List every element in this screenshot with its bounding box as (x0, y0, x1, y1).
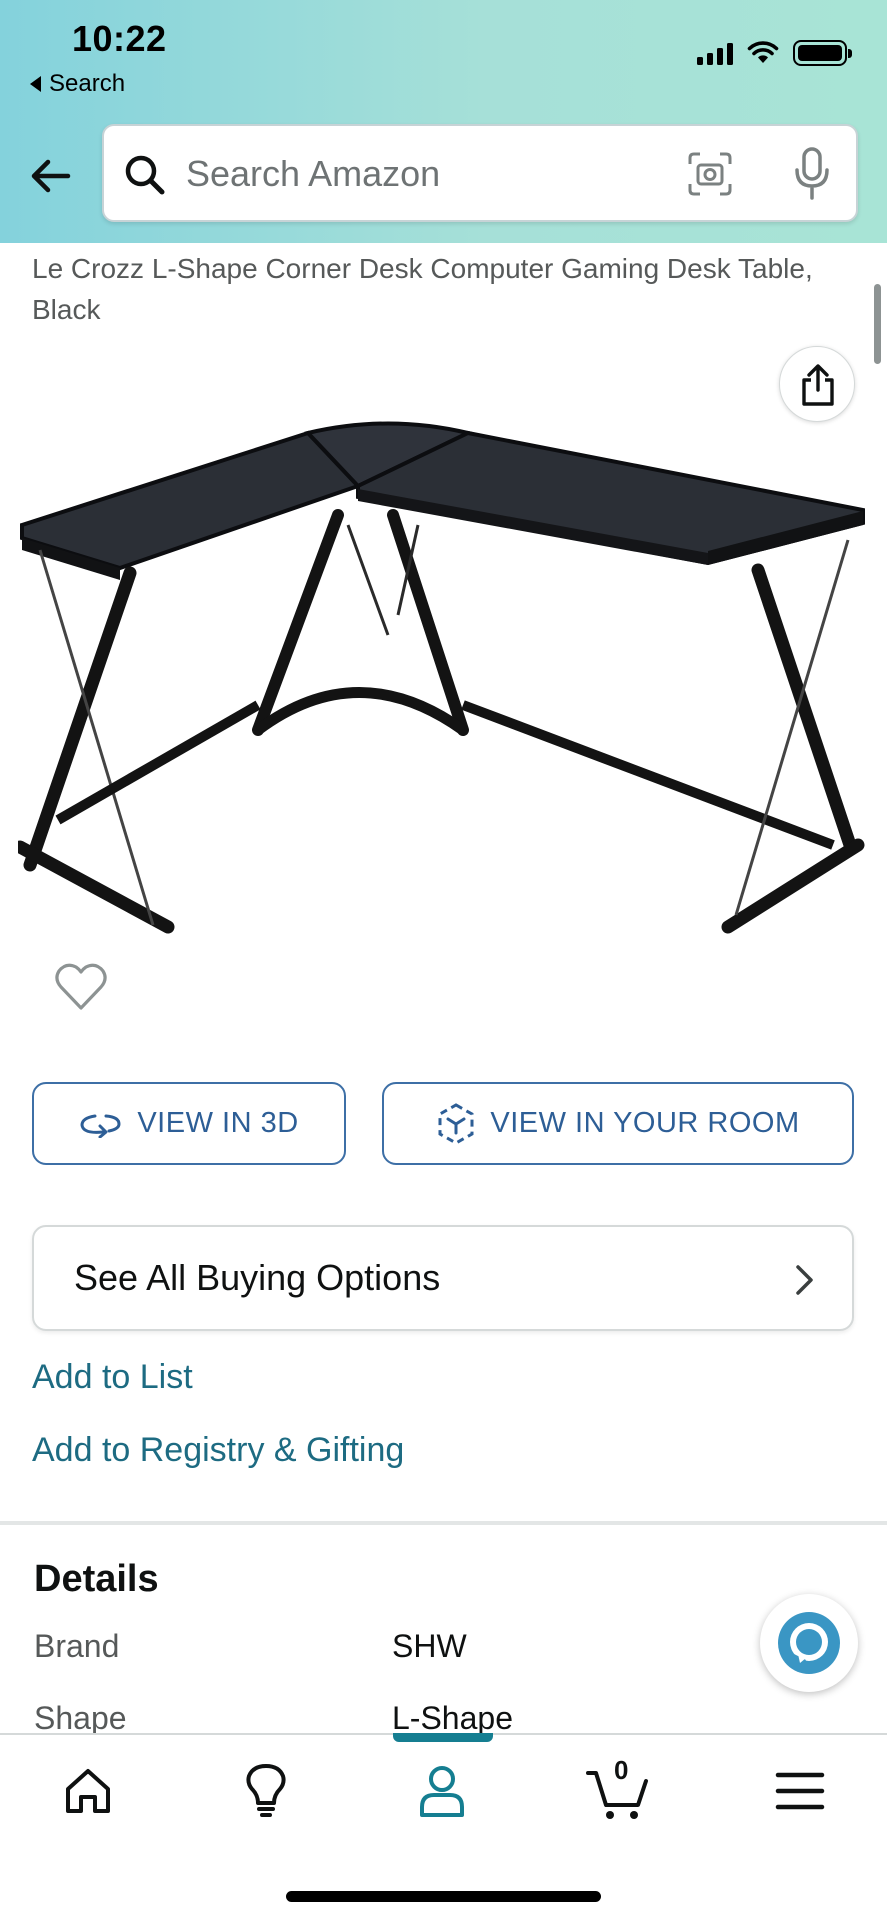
scrollbar[interactable] (874, 284, 881, 364)
arrow-left-icon[interactable] (26, 152, 74, 200)
camera-lens-icon[interactable] (686, 150, 734, 198)
view-in-your-room-label: VIEW IN YOUR ROOM (490, 1107, 800, 1139)
detail-key: Brand (34, 1628, 120, 1664)
home-indicator[interactable] (286, 1891, 601, 1902)
view-in-3d-label: VIEW IN 3D (137, 1107, 299, 1139)
rotate-3d-icon (80, 1114, 121, 1138)
detail-key: Shape (34, 1700, 127, 1736)
detail-value: L-Shape (392, 1700, 513, 1736)
search-input[interactable] (186, 146, 686, 202)
add-to-list-link[interactable]: Add to List (32, 1358, 193, 1397)
alexa-button[interactable] (760, 1594, 858, 1692)
search-icon (125, 155, 165, 195)
chevron-right-icon (796, 1265, 813, 1295)
product-title: Le Crozz L-Shape Corner Desk Computer Ga… (32, 253, 813, 325)
back-to-app[interactable]: Search (30, 70, 125, 98)
product-image[interactable] (18, 405, 870, 955)
add-to-registry-link[interactable]: Add to Registry & Gifting (32, 1431, 404, 1470)
alexa-icon (778, 1612, 840, 1674)
see-all-buying-options-button[interactable]: See All Buying Options (32, 1225, 854, 1331)
detail-value: SHW (392, 1628, 467, 1664)
buying-options-label: See All Buying Options (74, 1257, 441, 1298)
cart-tab[interactable]: 0 (586, 1755, 648, 1819)
details-heading: Details (34, 1558, 159, 1600)
share-icon (802, 364, 834, 406)
wifi-icon (747, 41, 779, 63)
microphone-icon[interactable] (788, 146, 836, 202)
cellular-signal-icon (697, 41, 733, 65)
status-time: 10:22 (72, 18, 167, 59)
battery-icon (793, 40, 852, 66)
active-tab-indicator (393, 1733, 493, 1742)
back-triangle-icon (30, 76, 41, 92)
header: 10:22 Search (0, 0, 887, 243)
cart-count: 0 (614, 1755, 629, 1785)
lightbulb-icon[interactable] (236, 1763, 296, 1819)
view-in-your-room-button[interactable]: VIEW IN YOUR ROOM (382, 1082, 854, 1165)
home-icon[interactable] (58, 1763, 118, 1819)
person-icon[interactable] (412, 1763, 472, 1819)
ar-cube-icon (438, 1102, 474, 1145)
status-icons (697, 40, 852, 66)
search-box[interactable] (102, 124, 858, 222)
back-app-label: Search (49, 70, 126, 97)
menu-icon[interactable] (770, 1763, 830, 1819)
view-in-3d-button[interactable]: VIEW IN 3D (32, 1082, 346, 1165)
section-divider (0, 1521, 887, 1525)
heart-icon[interactable] (54, 962, 108, 1012)
